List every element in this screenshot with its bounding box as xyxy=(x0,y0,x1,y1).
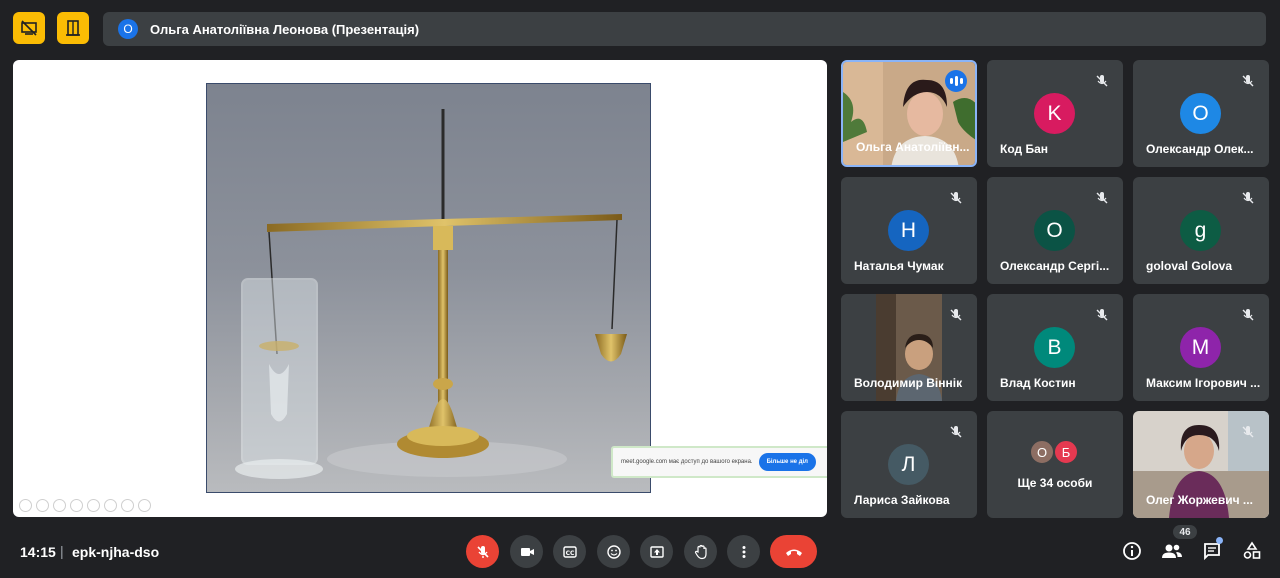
people-icon xyxy=(1162,544,1182,558)
mic-off-icon xyxy=(945,304,967,326)
mic-off-icon xyxy=(1237,187,1259,209)
participant-tile[interactable]: Ольга Анатоліївн... xyxy=(841,60,977,167)
separator: | xyxy=(60,543,64,559)
zoom-icon[interactable] xyxy=(87,499,100,512)
chat-notification-dot xyxy=(1216,537,1223,544)
mic-off-icon xyxy=(945,421,967,443)
present-screen-icon xyxy=(649,545,664,558)
notice-text: meet.google.com має доступ до вашого екр… xyxy=(621,459,753,465)
svg-text:CC: CC xyxy=(565,550,574,557)
mic-off-button[interactable] xyxy=(466,535,499,568)
more-participants-label: Ще 34 особи xyxy=(1017,476,1093,490)
avatar: М xyxy=(1180,327,1221,368)
more-participants-tile[interactable]: О Б Ще 34 особи xyxy=(987,411,1123,518)
avatar: В xyxy=(1034,327,1075,368)
camera-icon xyxy=(520,547,534,556)
participant-name: Влад Костин xyxy=(1000,376,1076,390)
participant-name: Наталья Чумак xyxy=(854,259,944,273)
presentation-off-icon[interactable] xyxy=(13,12,45,44)
activities-icon xyxy=(1243,541,1261,559)
participant-name: Володимир Віннік xyxy=(854,376,963,390)
avatar: О xyxy=(1029,439,1055,465)
participant-tile[interactable]: В Влад Костин xyxy=(987,294,1123,401)
more-options-button[interactable] xyxy=(727,535,760,568)
mic-off-icon xyxy=(476,545,489,558)
participant-name: goloval Golova xyxy=(1146,259,1233,273)
participant-tile[interactable]: О Олександр Сергі... xyxy=(987,177,1123,284)
participant-tile[interactable]: М Максим Ігорович ... xyxy=(1133,294,1269,401)
participant-name: Код Бан xyxy=(1000,142,1048,156)
clock: 14:15 xyxy=(20,544,56,560)
participant-tile[interactable]: g goloval Golova xyxy=(1133,177,1269,284)
presenter-avatar: О xyxy=(118,19,138,39)
screen-share-notice: meet.google.com має доступ до вашого екр… xyxy=(611,446,827,478)
stop-sharing-button[interactable]: Більше не діл xyxy=(758,453,816,471)
camera-button[interactable] xyxy=(510,535,543,568)
people-count-badge: 46 xyxy=(1173,525,1197,539)
hang-up-icon xyxy=(785,549,802,556)
participant-name: Максим Ігорович ... xyxy=(1146,376,1261,390)
slide-image xyxy=(206,83,651,493)
participant-tile[interactable]: Л Лариса Зайкова xyxy=(841,411,977,518)
chat-icon xyxy=(1204,543,1220,561)
mic-off-icon xyxy=(945,187,967,209)
participant-tile[interactable]: О Олександр Олек... xyxy=(1133,60,1269,167)
captions-button[interactable]: CC xyxy=(553,535,586,568)
emoji-icon xyxy=(606,544,621,559)
bottom-bar: 14:15 | epk-njha-dso CC 46 xyxy=(0,522,1280,578)
avatar: Л xyxy=(888,444,929,485)
mic-off-icon xyxy=(1091,187,1113,209)
mic-off-icon xyxy=(1237,70,1259,92)
participant-tile[interactable]: K Код Бан xyxy=(987,60,1123,167)
leave-call-button[interactable] xyxy=(770,535,817,568)
presenter-title: Ольга Анатоліївна Леонова (Презентація) xyxy=(150,21,420,37)
avatar: О xyxy=(1034,210,1075,251)
next-slide-icon[interactable] xyxy=(36,499,49,512)
camera-icon[interactable] xyxy=(121,499,134,512)
meeting-info-button[interactable] xyxy=(1119,538,1145,564)
more-icon[interactable] xyxy=(138,499,151,512)
meeting-code: epk-njha-dso xyxy=(72,544,160,560)
participant-name: Олександр Олек... xyxy=(1146,142,1254,156)
present-button[interactable] xyxy=(640,535,673,568)
top-bar: О Ольга Анатоліївна Леонова (Презентація… xyxy=(0,0,1280,58)
more-vert-icon xyxy=(742,545,745,558)
speaking-indicator-icon xyxy=(945,70,967,92)
participant-name: Лариса Зайкова xyxy=(854,493,950,507)
shared-screen: meet.google.com має доступ до вашого екр… xyxy=(13,60,827,517)
info-icon xyxy=(1123,542,1141,560)
hand-icon xyxy=(694,544,707,559)
reactions-button[interactable] xyxy=(597,535,630,568)
prev-slide-icon[interactable] xyxy=(19,499,32,512)
participant-tile[interactable]: Н Наталья Чумак xyxy=(841,177,977,284)
pen-icon[interactable] xyxy=(53,499,66,512)
avatar: Н xyxy=(888,210,929,251)
subtitles-icon[interactable] xyxy=(104,499,117,512)
participant-tile[interactable]: Олег Жоржевич ... xyxy=(1133,411,1269,518)
participant-name: Ольга Анатоліївн... xyxy=(856,140,970,154)
captions-icon: CC xyxy=(562,545,577,558)
slides-grid-icon[interactable] xyxy=(70,499,83,512)
avatar: g xyxy=(1180,210,1221,251)
avatar: Б xyxy=(1053,439,1079,465)
slide-controls xyxy=(19,499,151,512)
participant-name: Олег Жоржевич ... xyxy=(1146,493,1253,507)
balance-scale-photo xyxy=(235,109,627,479)
presenter-bar[interactable]: О Ольга Анатоліївна Леонова (Презентація… xyxy=(103,12,1266,46)
avatar: О xyxy=(1180,93,1221,134)
mic-off-icon xyxy=(1237,421,1259,443)
avatar: K xyxy=(1034,93,1075,134)
raise-hand-button[interactable] xyxy=(684,535,717,568)
door-icon[interactable] xyxy=(57,12,89,44)
people-button[interactable] xyxy=(1159,538,1185,564)
mic-off-icon xyxy=(1091,70,1113,92)
participant-tile[interactable]: Володимир Віннік xyxy=(841,294,977,401)
participant-name: Олександр Сергі... xyxy=(1000,259,1110,273)
mic-off-icon xyxy=(1237,304,1259,326)
activities-button[interactable] xyxy=(1239,538,1265,564)
mic-off-icon xyxy=(1091,304,1113,326)
more-avatars: О Б xyxy=(1029,439,1079,465)
